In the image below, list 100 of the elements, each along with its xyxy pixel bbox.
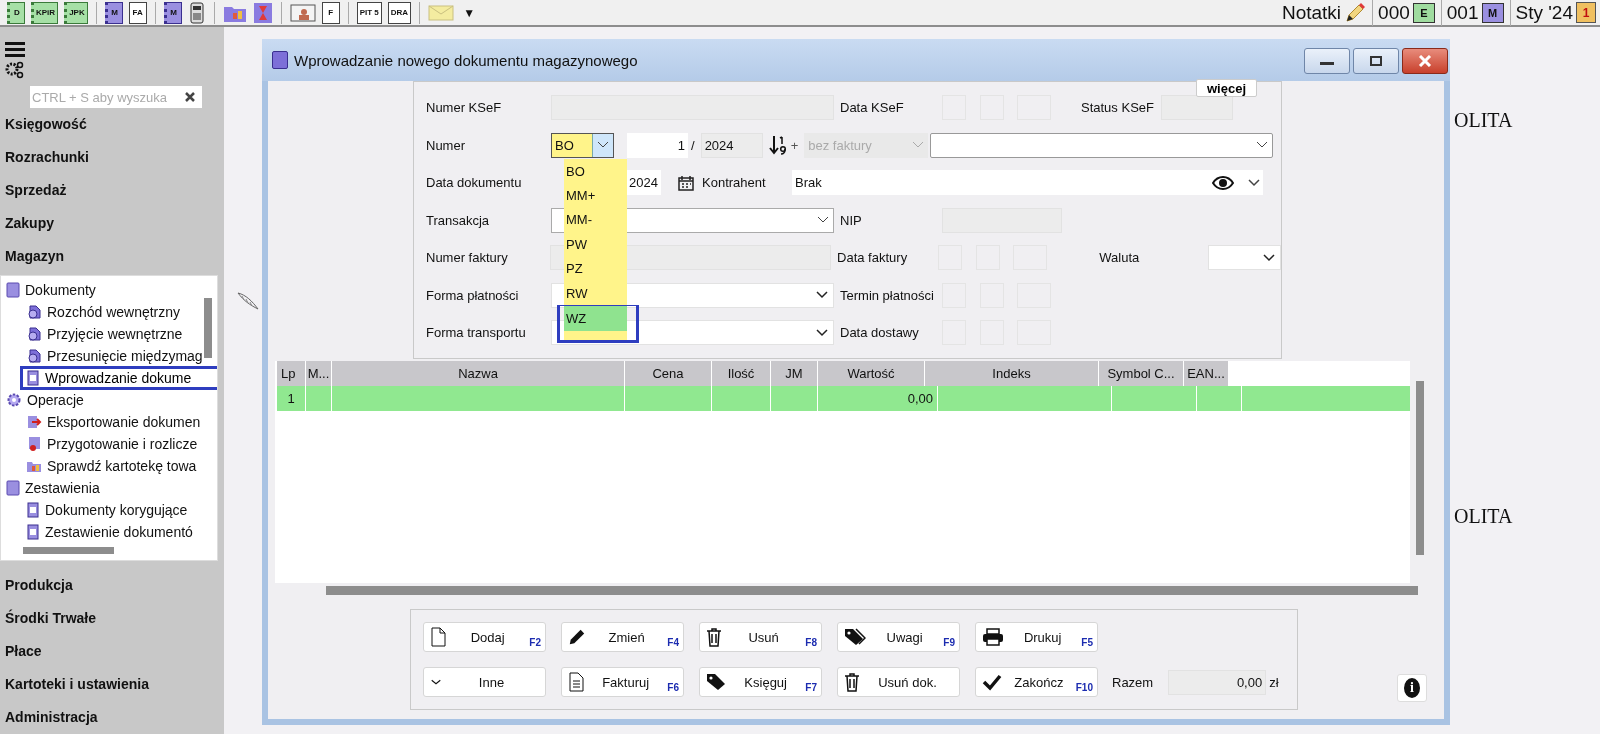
search-field[interactable]: CTRL + S aby wyszuka <box>30 86 202 108</box>
column-header[interactable]: Indeks <box>925 361 1099 386</box>
dropdown-option[interactable]: WZ <box>557 305 639 343</box>
column-header[interactable]: Ilość <box>712 361 771 386</box>
scrollbar-thumb[interactable] <box>204 298 212 358</box>
page-icon[interactable]: FA <box>128 1 147 24</box>
field-label: Data KSeF <box>839 100 905 116</box>
action-button[interactable]: Fakturuj F6 <box>561 667 684 697</box>
book-icon <box>6 480 20 496</box>
sort-icon[interactable] <box>768 135 787 156</box>
series-dropdown[interactable]: BO <box>551 132 614 158</box>
action-button[interactable]: Zmień F4 <box>561 622 684 652</box>
scrollbar-thumb[interactable] <box>326 586 1418 595</box>
column-header[interactable]: Nazwa <box>332 361 625 386</box>
sidebar-section[interactable]: Administracja <box>0 701 224 734</box>
tree-item[interactable]: Przygotowanie i rozlicze <box>47 436 198 452</box>
page-icon[interactable]: DRA <box>387 1 412 24</box>
field-label: Kontrahent <box>701 175 767 191</box>
tree-item[interactable]: Dokumenty korygujące <box>45 502 188 518</box>
folder-icon[interactable]: M <box>1481 2 1504 23</box>
scrollbar-thumb[interactable] <box>1416 381 1424 555</box>
calendar-icon[interactable] <box>678 174 694 191</box>
page-icon <box>430 627 446 647</box>
sidebar-section[interactable]: Magazyn <box>0 240 224 273</box>
calc-icon[interactable] <box>187 1 206 24</box>
close-button[interactable] <box>1402 48 1448 74</box>
chevron-icon <box>592 133 613 157</box>
folder-icon[interactable]: E <box>1412 2 1435 23</box>
dropdown-field[interactable] <box>930 132 1274 158</box>
contractor-field[interactable]: Brak <box>792 170 1263 196</box>
sidebar-section[interactable]: Kartoteki i ustawienia <box>0 668 224 701</box>
settings-icon[interactable] <box>5 61 25 79</box>
card-icon[interactable] <box>289 1 316 24</box>
chevron-icon <box>912 141 925 150</box>
currency-dropdown[interactable] <box>1208 245 1281 271</box>
book-icon[interactable]: JPK <box>64 1 88 24</box>
maximize-button[interactable] <box>1353 48 1399 74</box>
field-label: Numer faktury <box>425 250 509 266</box>
tree-item[interactable]: Dokumenty <box>25 282 96 298</box>
column-header[interactable]: EAN... <box>1184 361 1229 386</box>
sidebar-section[interactable]: Rozrachunki <box>0 141 224 174</box>
book-icon[interactable]: D <box>7 1 25 24</box>
table-row[interactable]: 1 0,00 <box>277 386 1410 411</box>
binder-icon[interactable]: M <box>163 1 182 24</box>
tree-item[interactable]: Przesunięcie międzymag <box>47 348 203 364</box>
action-button[interactable]: Inne <box>423 667 546 697</box>
column-header[interactable]: Lp <box>277 361 306 386</box>
input-field[interactable] <box>1161 95 1233 121</box>
scrollbar-thumb[interactable] <box>23 547 114 554</box>
action-button[interactable]: Usuń dok. <box>837 667 960 697</box>
sidebar-section[interactable]: Zakupy <box>0 207 224 240</box>
chevron-icon[interactable] <box>1248 178 1260 187</box>
action-button[interactable]: Zakończ F10 <box>975 667 1098 697</box>
info-button[interactable]: i <box>1397 674 1427 702</box>
dropdown-arrow[interactable]: ▼ <box>463 5 476 20</box>
minimize-button[interactable] <box>1304 48 1350 74</box>
year-field[interactable]: 2024 <box>627 170 661 196</box>
tree-item[interactable]: Przyjęcie wewnętrzne <box>47 326 183 342</box>
hourglass-icon[interactable] <box>252 1 273 24</box>
close-icon[interactable] <box>184 91 196 103</box>
book-icon[interactable]: KPiR <box>31 1 59 24</box>
tree-item[interactable]: Zestawienie dokumentó <box>45 524 193 540</box>
sidebar-section[interactable]: Sprzedaż <box>0 174 224 207</box>
sidebar-section[interactable]: Produkcja <box>0 569 224 602</box>
column-header[interactable]: Cena <box>625 361 712 386</box>
status-text: 001 <box>1446 1 1479 24</box>
field-label: Numer <box>425 137 466 153</box>
tree-item[interactable]: Rozchód wewnętrzny <box>47 304 181 320</box>
binder-icon[interactable]: M <box>104 1 123 24</box>
document-icon <box>26 326 42 342</box>
sidebar-section[interactable]: Księgowość <box>0 108 224 141</box>
column-header[interactable]: JM <box>771 361 818 386</box>
sidebar-section[interactable]: Płace <box>0 635 224 668</box>
tree-item[interactable]: Sprawdź kartotekę towa <box>47 458 197 474</box>
action-button[interactable]: Księguj F7 <box>699 667 822 697</box>
calendar-icon[interactable]: 1 <box>1576 2 1596 23</box>
column-header[interactable]: Wartość <box>818 361 925 386</box>
tree-item[interactable]: Wprowadzanie dokume <box>45 370 192 386</box>
action-button[interactable]: Uwagi F9 <box>837 622 960 652</box>
printer-icon <box>982 628 1004 646</box>
sidebar-section[interactable]: Środki Trwałe <box>0 602 224 635</box>
number-field[interactable]: 1 <box>627 132 688 158</box>
pencil-icon[interactable] <box>1344 1 1367 24</box>
menu-icon[interactable] <box>5 41 25 57</box>
close-icon <box>1418 55 1432 67</box>
action-button[interactable]: Dodaj F2 <box>423 622 546 652</box>
column-header[interactable]: M... <box>306 361 332 386</box>
action-button[interactable]: Usuń F8 <box>699 622 822 652</box>
tree-item[interactable]: Eksportowanie dokumen <box>47 414 201 430</box>
action-button[interactable]: Drukuj F5 <box>975 622 1098 652</box>
tree-item[interactable]: Operacje <box>27 392 84 408</box>
trash-icon <box>706 627 722 647</box>
eye-icon[interactable] <box>1212 175 1234 190</box>
page-icon[interactable]: PIT 5 <box>356 1 382 24</box>
page-icon[interactable]: F <box>321 1 340 24</box>
status-text: Sty '24 <box>1515 1 1573 24</box>
more-button[interactable]: więcej <box>1195 79 1257 97</box>
tree-item[interactable]: Zestawienia <box>25 480 100 496</box>
year-field[interactable]: 2024 <box>700 132 763 158</box>
column-header[interactable]: Symbol C... <box>1099 361 1184 386</box>
